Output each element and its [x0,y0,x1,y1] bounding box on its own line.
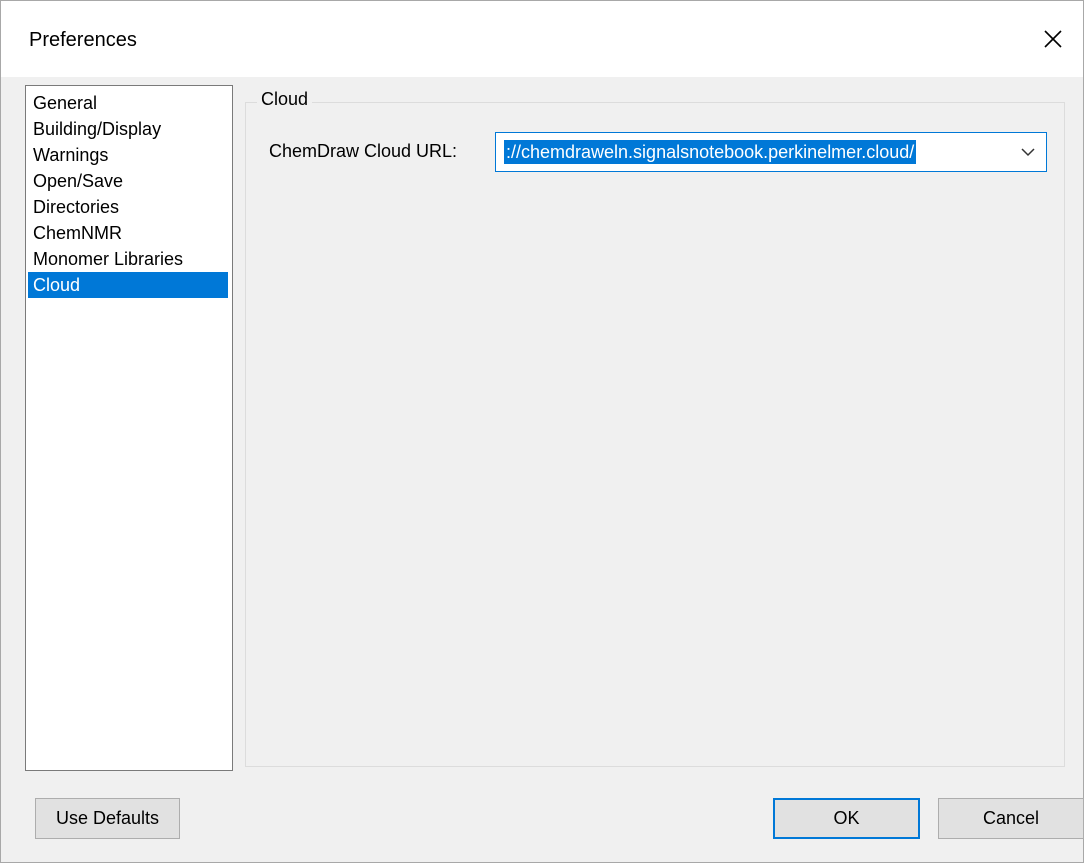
dialog-title: Preferences [29,29,137,51]
sidebar-item-general[interactable]: General [28,90,228,116]
sidebar-item-warnings[interactable]: Warnings [28,142,228,168]
cloud-url-combobox[interactable]: ://chemdraweln.signalsnotebook.perkinelm… [495,132,1047,172]
cloud-group-title: Cloud [257,89,313,110]
cloud-group-box [245,102,1065,767]
cancel-button[interactable]: Cancel [938,798,1084,839]
cloud-url-field[interactable]: ://chemdraweln.signalsnotebook.perkinelm… [504,140,1004,164]
sidebar-item-cloud[interactable]: Cloud [28,272,228,298]
cloud-url-dropdown-button[interactable] [1010,133,1046,171]
chevron-down-icon [1021,148,1035,157]
preferences-dialog: Preferences General Building/Display War… [0,0,1084,863]
category-list[interactable]: General Building/Display Warnings Open/S… [25,85,233,771]
close-button[interactable] [1023,1,1083,77]
title-bar: Preferences [1,1,1083,77]
ok-button[interactable]: OK [773,798,920,839]
cloud-url-value: ://chemdraweln.signalsnotebook.perkinelm… [504,140,917,164]
sidebar-item-building-display[interactable]: Building/Display [28,116,228,142]
sidebar-item-open-save[interactable]: Open/Save [28,168,228,194]
use-defaults-button[interactable]: Use Defaults [35,798,180,839]
cloud-url-label: ChemDraw Cloud URL: [269,141,458,161]
sidebar-item-chemnmr[interactable]: ChemNMR [28,220,228,246]
sidebar-item-monomer-libraries[interactable]: Monomer Libraries [28,246,228,272]
sidebar-item-directories[interactable]: Directories [28,194,228,220]
close-icon [1044,30,1062,48]
